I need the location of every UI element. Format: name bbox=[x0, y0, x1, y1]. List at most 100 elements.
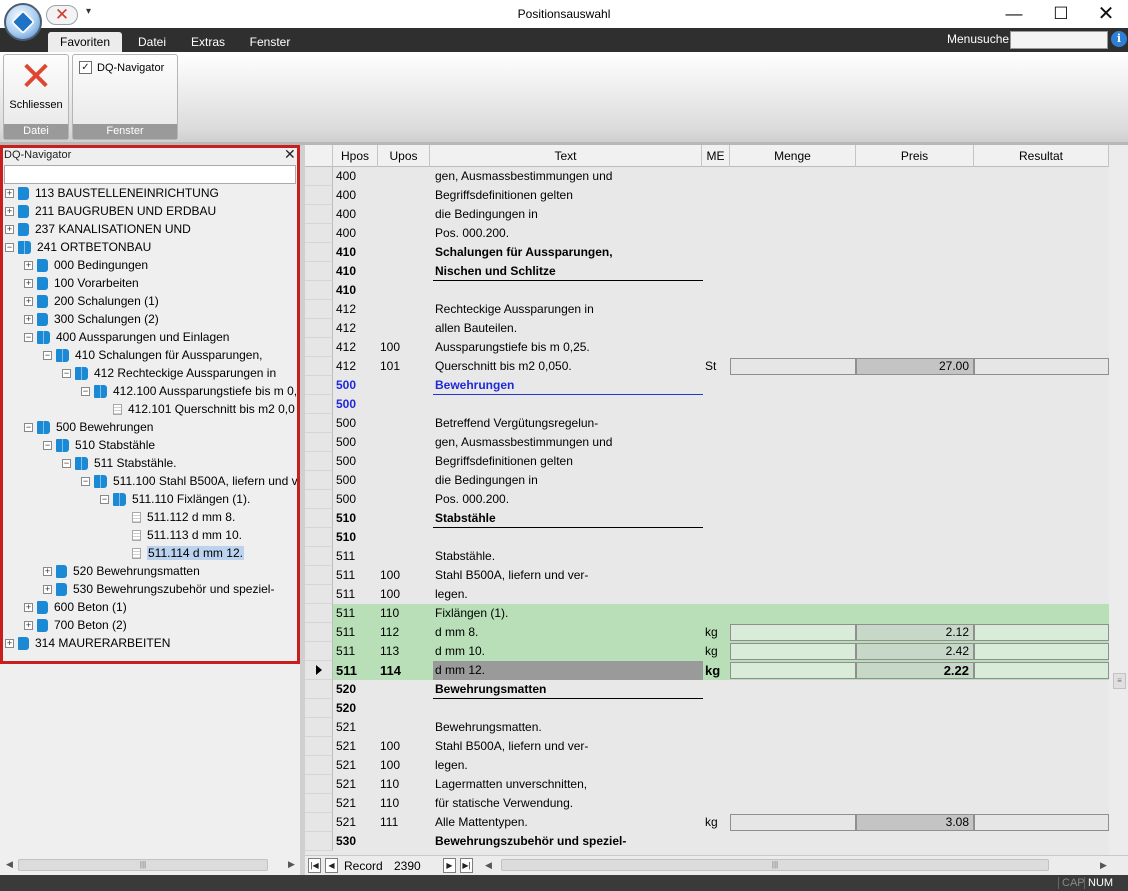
grid-scroll-thumb[interactable]: ≡ bbox=[1113, 673, 1126, 689]
row-selector[interactable] bbox=[305, 319, 333, 338]
grid-hscroll-thumb[interactable]: ||| bbox=[501, 859, 1049, 871]
expand-icon[interactable]: + bbox=[5, 639, 14, 649]
row-selector[interactable] bbox=[305, 661, 333, 680]
row-selector[interactable] bbox=[305, 509, 333, 528]
grid-row[interactable]: 520 bbox=[305, 699, 1109, 718]
menge-input[interactable] bbox=[730, 624, 856, 641]
row-selector[interactable] bbox=[305, 756, 333, 775]
menge-input[interactable] bbox=[730, 358, 856, 375]
scroll-left-icon[interactable]: ◀ bbox=[6, 859, 13, 870]
grid-scroll-right-icon[interactable]: ▶ bbox=[1100, 860, 1107, 871]
menge-input[interactable] bbox=[730, 814, 856, 831]
column-header-preis[interactable]: Preis bbox=[856, 145, 974, 167]
row-selector[interactable] bbox=[305, 794, 333, 813]
row-selector[interactable] bbox=[305, 623, 333, 642]
minimize-button[interactable]: — bbox=[991, 0, 1037, 28]
tree-node[interactable]: +000 Bedingungen bbox=[24, 256, 148, 274]
cell-text[interactable]: d mm 12. bbox=[433, 661, 703, 680]
row-selector[interactable] bbox=[305, 604, 333, 623]
grid-row[interactable]: 500 Pos. 000.200. bbox=[305, 490, 1109, 509]
checkbox-checked-icon[interactable]: ✓ bbox=[79, 61, 92, 74]
grid-row[interactable]: 500 gen, Ausmassbestimmungen und bbox=[305, 433, 1109, 452]
expand-icon[interactable]: + bbox=[24, 279, 33, 289]
tab-datei[interactable]: Datei bbox=[128, 32, 176, 52]
tree-node[interactable]: − 412.100 Aussparungstiefe bis m 0,2 bbox=[81, 382, 297, 400]
column-header-resultat[interactable]: Resultat bbox=[974, 145, 1109, 167]
grid-row[interactable]: 510 Stabstähle bbox=[305, 509, 1109, 528]
tree-node[interactable]: +530 Bewehrungszubehör und speziel- bbox=[43, 580, 274, 598]
tree-node[interactable]: +300 Schalungen (2) bbox=[24, 310, 159, 328]
tab-extras[interactable]: Extras bbox=[183, 32, 233, 52]
preis-field[interactable]: 27.00 bbox=[856, 358, 974, 375]
grid-row[interactable]: 511 110 Fixlängen (1). bbox=[305, 604, 1109, 623]
menusuche-input[interactable] bbox=[1010, 31, 1108, 49]
row-selector[interactable] bbox=[305, 699, 333, 718]
scroll-right-icon[interactable]: ▶ bbox=[288, 859, 295, 870]
grid-row[interactable]: 530 Bewehrungszubehör und speziel- bbox=[305, 832, 1109, 851]
grid-row[interactable]: 521 100 Stahl B500A, liefern und ver- bbox=[305, 737, 1109, 756]
tree-node[interactable]: +700 Beton (2) bbox=[24, 616, 127, 634]
expand-icon[interactable]: + bbox=[24, 297, 33, 307]
grid-row[interactable]: 511 114 d mm 12. kg 2.22 bbox=[305, 661, 1109, 680]
collapse-icon[interactable]: − bbox=[24, 423, 33, 433]
collapse-icon[interactable]: − bbox=[62, 369, 71, 379]
tab-favoriten[interactable]: Favoriten bbox=[48, 32, 122, 52]
grid-row[interactable]: 521 100 legen. bbox=[305, 756, 1109, 775]
row-selector[interactable] bbox=[305, 395, 333, 414]
row-selector[interactable] bbox=[305, 186, 333, 205]
tree-node[interactable]: − 241 ORTBETONBAU bbox=[5, 238, 151, 256]
grid-scroll-left-icon[interactable]: ◀ bbox=[485, 860, 492, 871]
schliessen-button[interactable]: ✕ Schliessen bbox=[6, 57, 66, 123]
preis-field[interactable]: 2.42 bbox=[856, 643, 974, 660]
column-header-hpos[interactable]: Hpos bbox=[333, 145, 378, 167]
grid-row[interactable]: 521 110 Lagermatten unverschnitten, bbox=[305, 775, 1109, 794]
menge-input[interactable] bbox=[730, 643, 856, 660]
grid-row[interactable]: 511 100 legen. bbox=[305, 585, 1109, 604]
row-selector[interactable] bbox=[305, 547, 333, 566]
tree-node[interactable]: 511.113 d mm 10. bbox=[119, 526, 242, 544]
grid-row[interactable]: 412 Rechteckige Aussparungen in bbox=[305, 300, 1109, 319]
grid-row[interactable]: 410 Schalungen für Aussparungen, bbox=[305, 243, 1109, 262]
row-selector[interactable] bbox=[305, 205, 333, 224]
row-selector[interactable] bbox=[305, 528, 333, 547]
expand-icon[interactable]: + bbox=[43, 585, 52, 595]
info-icon[interactable]: i bbox=[1111, 31, 1127, 47]
grid-row[interactable]: 521 111 Alle Mattentypen. kg 3.08 bbox=[305, 813, 1109, 832]
row-selector[interactable] bbox=[305, 775, 333, 794]
preis-field[interactable]: 2.12 bbox=[856, 624, 974, 641]
tree-node[interactable]: +520 Bewehrungsmatten bbox=[43, 562, 200, 580]
grid-vertical-scrollbar[interactable]: ≡ bbox=[1109, 145, 1128, 875]
row-selector[interactable] bbox=[305, 281, 333, 300]
row-selector[interactable] bbox=[305, 452, 333, 471]
last-record-button[interactable]: ▶| bbox=[460, 858, 473, 873]
tree-node[interactable]: − 400 Aussparungen und Einlagen bbox=[24, 328, 229, 346]
tree-node[interactable]: − 511.110 Fixlängen (1). bbox=[100, 490, 250, 508]
tree-node[interactable]: − 510 Stabstähle bbox=[43, 436, 155, 454]
grid-row[interactable]: 500 die Bedingungen in bbox=[305, 471, 1109, 490]
grid-row[interactable]: 400 Begriffsdefinitionen gelten bbox=[305, 186, 1109, 205]
grid-row[interactable]: 521 Bewehrungsmatten. bbox=[305, 718, 1109, 737]
next-record-button[interactable]: ▶ bbox=[443, 858, 456, 873]
navigator-scroll-thumb[interactable]: ||| bbox=[18, 859, 268, 871]
collapse-icon[interactable]: − bbox=[81, 477, 90, 487]
grid-row[interactable]: 510 bbox=[305, 528, 1109, 547]
tree-node[interactable]: 511.112 d mm 8. bbox=[119, 508, 235, 526]
expand-icon[interactable]: + bbox=[24, 621, 33, 631]
collapse-icon[interactable]: − bbox=[43, 351, 52, 361]
tree-node[interactable]: +600 Beton (1) bbox=[24, 598, 127, 616]
row-selector[interactable] bbox=[305, 338, 333, 357]
grid-row[interactable]: 412 allen Bauteilen. bbox=[305, 319, 1109, 338]
preis-field[interactable]: 3.08 bbox=[856, 814, 974, 831]
previous-record-button[interactable]: ◀ bbox=[325, 858, 338, 873]
tree-node[interactable]: − 410 Schalungen für Aussparungen, bbox=[43, 346, 262, 364]
collapse-icon[interactable]: − bbox=[24, 333, 33, 343]
preis-field[interactable]: 2.22 bbox=[856, 662, 974, 679]
grid-row[interactable]: 410 bbox=[305, 281, 1109, 300]
grid-row[interactable]: 521 110 für statische Verwendung. bbox=[305, 794, 1109, 813]
grid-row[interactable]: 500 Bewehrungen bbox=[305, 376, 1109, 395]
grid-row[interactable]: 511 100 Stahl B500A, liefern und ver- bbox=[305, 566, 1109, 585]
expand-icon[interactable]: + bbox=[5, 225, 14, 235]
collapse-icon[interactable]: − bbox=[100, 495, 109, 505]
grid-row[interactable]: 412 101 Querschnitt bis m2 0,050. St 27.00 bbox=[305, 357, 1109, 376]
expand-icon[interactable]: + bbox=[5, 207, 14, 217]
